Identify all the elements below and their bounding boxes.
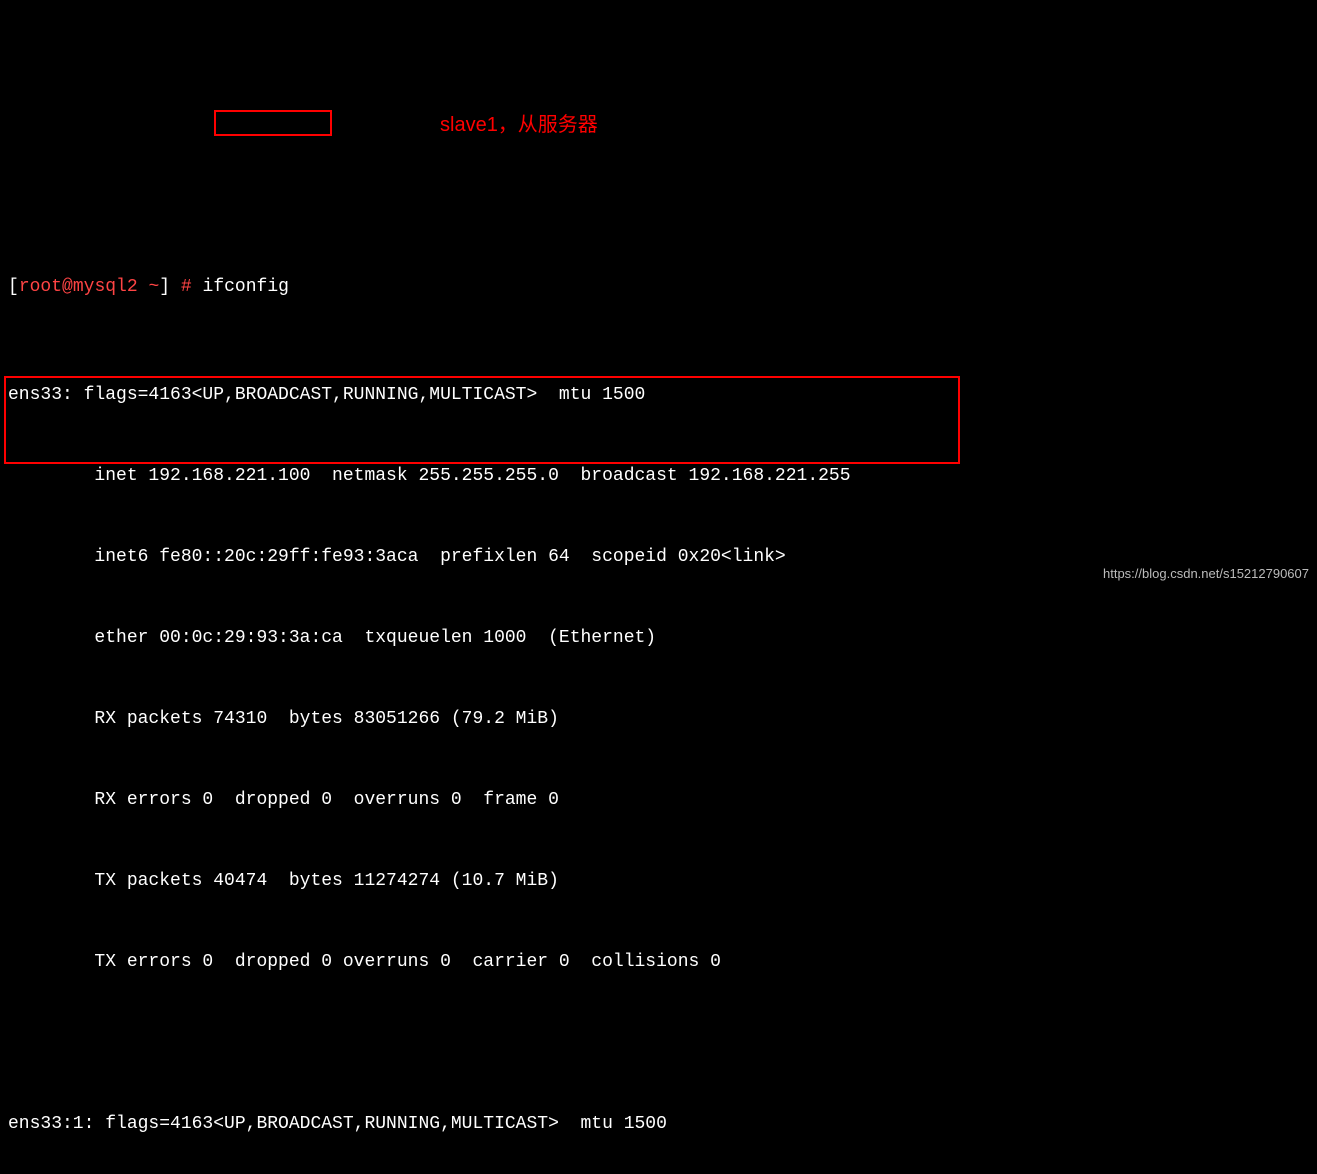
prompt-space3 xyxy=(192,277,203,297)
iface2-line1: ens33:1: flags=4163<UP,BROADCAST,RUNNING… xyxy=(8,1111,1309,1138)
prompt-path: ~ xyxy=(148,277,159,297)
prompt-user: root xyxy=(19,277,62,297)
iface1-line2: inet 192.168.221.100 netmask 255.255.255… xyxy=(8,463,1309,490)
highlight-box-command xyxy=(214,110,332,136)
iface1-line8: TX errors 0 dropped 0 overruns 0 carrier… xyxy=(8,949,1309,976)
iface1-line1: ens33: flags=4163<UP,BROADCAST,RUNNING,M… xyxy=(8,382,1309,409)
bracket-open: [ xyxy=(8,277,19,297)
watermark-text: https://blog.csdn.net/s15212790607 xyxy=(1103,564,1309,584)
iface1-line6: RX errors 0 dropped 0 overruns 0 frame 0 xyxy=(8,787,1309,814)
prompt-line[interactable]: [root@mysql2 ~] # ifconfig xyxy=(8,274,1309,301)
annotation-label: slave1，从服务器 xyxy=(440,110,598,140)
iface1-line5: RX packets 74310 bytes 83051266 (79.2 Mi… xyxy=(8,706,1309,733)
prompt-space2 xyxy=(170,277,181,297)
bracket-close: ] xyxy=(159,277,170,297)
prompt-space1 xyxy=(138,277,149,297)
iface1-line4: ether 00:0c:29:93:3a:ca txqueuelen 1000 … xyxy=(8,625,1309,652)
command-text: ifconfig xyxy=(203,277,289,297)
blank-line-1 xyxy=(8,1030,1309,1057)
prompt-at: @ xyxy=(62,277,73,297)
iface1-line7: TX packets 40474 bytes 11274274 (10.7 Mi… xyxy=(8,868,1309,895)
prompt-hash: # xyxy=(181,277,192,297)
terminal-window[interactable]: slave1，从服务器 [root@mysql2 ~] # ifconfig e… xyxy=(0,108,1317,1174)
prompt-host: mysql2 xyxy=(73,277,138,297)
